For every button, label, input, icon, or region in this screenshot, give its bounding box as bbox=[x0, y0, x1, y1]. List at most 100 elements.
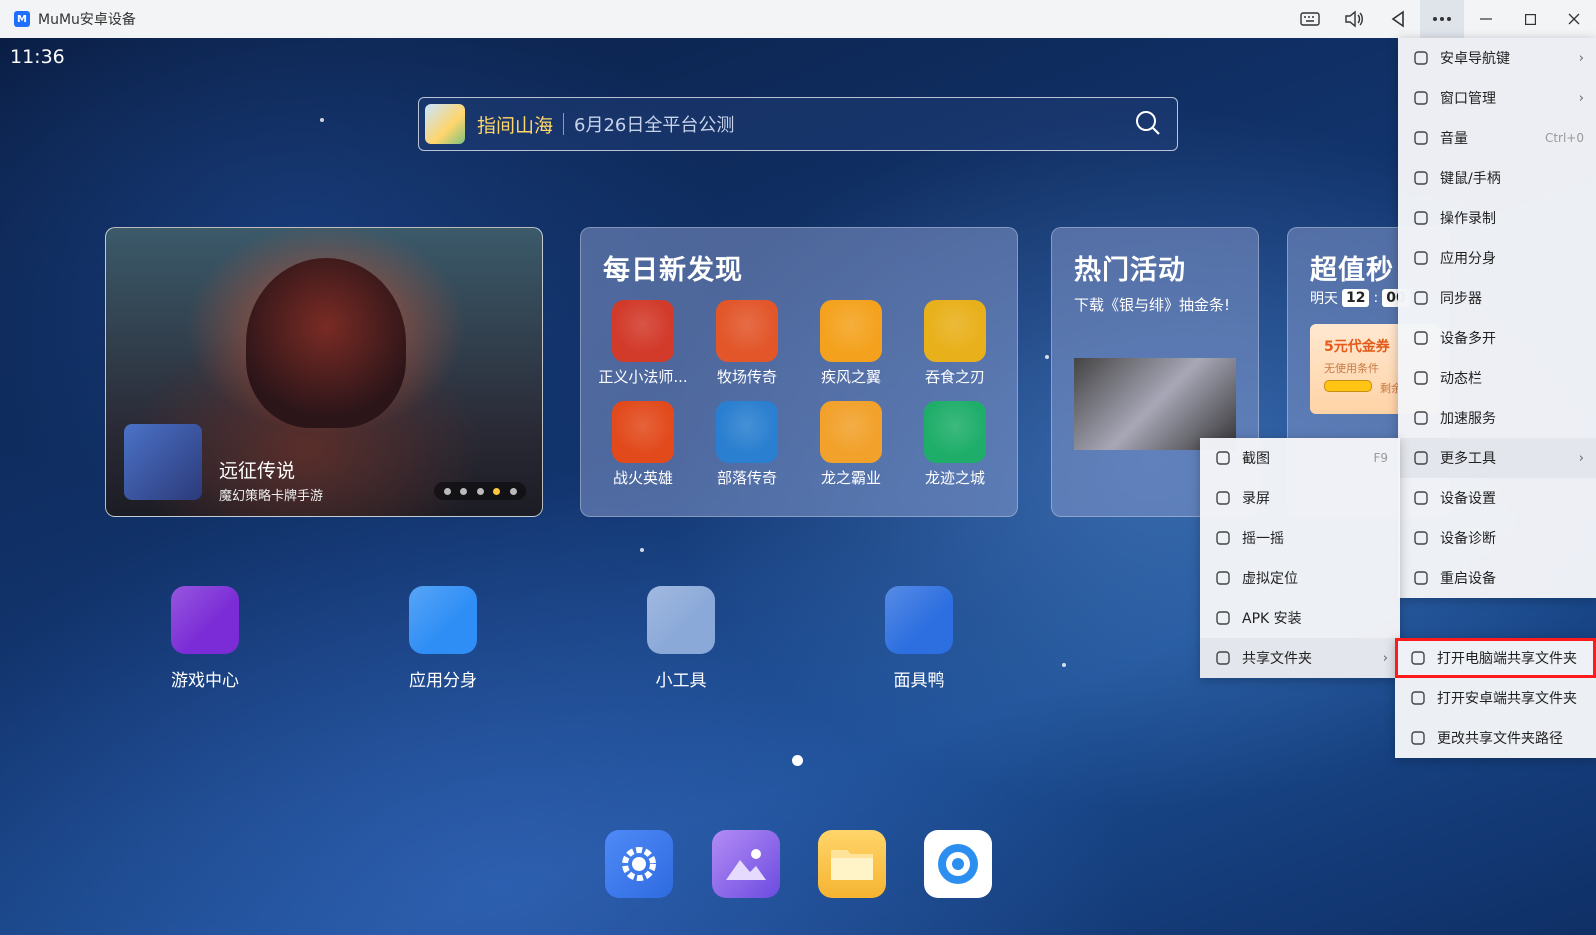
daily-app[interactable]: 部落传奇 bbox=[695, 401, 799, 488]
app-label: 疾风之翼 bbox=[820, 368, 881, 386]
carousel-dot[interactable] bbox=[476, 487, 484, 495]
menu-hotkey: Ctrl+0 bbox=[1544, 131, 1584, 145]
app-label: 正义小法师... bbox=[598, 368, 688, 386]
desktop-app[interactable]: 小工具 bbox=[621, 586, 741, 691]
menu-item-label: APK 安装 bbox=[1242, 611, 1302, 627]
keyboard-icon[interactable] bbox=[1288, 0, 1332, 38]
banner-card[interactable]: 远征传说 魔幻策略卡牌手游 bbox=[105, 227, 543, 517]
menu-item-label: 安卓导航键 bbox=[1440, 51, 1510, 67]
settings-icon[interactable] bbox=[605, 830, 673, 898]
record-icon bbox=[1412, 209, 1430, 227]
star-decoration bbox=[1062, 663, 1066, 667]
menu-item[interactable]: 键鼠/手柄 bbox=[1398, 158, 1596, 198]
star-decoration bbox=[1045, 355, 1049, 359]
menu-item[interactable]: 安卓导航键 › bbox=[1398, 38, 1596, 78]
sale-title: 超值秒 bbox=[1310, 255, 1394, 286]
screen-record-icon bbox=[1214, 489, 1232, 507]
menu-item-label: 加速服务 bbox=[1440, 411, 1496, 427]
carousel-dot[interactable] bbox=[443, 487, 451, 495]
daily-app[interactable]: 战火英雄 bbox=[591, 401, 695, 488]
desktop-app[interactable]: 面具鸭 bbox=[859, 586, 979, 691]
menu-item-label: 应用分身 bbox=[1440, 251, 1496, 267]
menu-item-label: 虚拟定位 bbox=[1242, 571, 1298, 587]
menu-item[interactable]: 音量 Ctrl+0 bbox=[1398, 118, 1596, 158]
menu-item[interactable]: 重启设备 bbox=[1398, 558, 1596, 598]
app-icon bbox=[924, 401, 986, 463]
carousel-dot[interactable] bbox=[509, 487, 517, 495]
daily-app[interactable]: 吞食之刃 bbox=[903, 300, 1007, 387]
volume-icon[interactable] bbox=[1332, 0, 1376, 38]
menu-item-label: 更多工具 bbox=[1440, 451, 1496, 467]
menu-item[interactable]: 动态栏 bbox=[1398, 358, 1596, 398]
game-thumbnail bbox=[425, 104, 465, 144]
daily-app[interactable]: 正义小法师... bbox=[591, 300, 695, 387]
menu-item-label: 摇一摇 bbox=[1242, 531, 1284, 547]
desktop-app[interactable]: 游戏中心 bbox=[145, 586, 265, 691]
menu-item[interactable]: 窗口管理 › bbox=[1398, 78, 1596, 118]
menu-item[interactable]: 设备诊断 bbox=[1398, 518, 1596, 558]
search-game-title: 指间山海 bbox=[477, 114, 554, 137]
menu-item[interactable]: 截图 F9 bbox=[1200, 438, 1400, 478]
menu-item[interactable]: 更改共享文件夹路径 bbox=[1395, 718, 1596, 758]
back-icon[interactable] bbox=[1376, 0, 1420, 38]
desktop-app-icon bbox=[647, 586, 715, 654]
app-icon bbox=[820, 300, 882, 362]
search-bar[interactable]: 指间山海 6月26日全平台公测 bbox=[418, 97, 1178, 151]
banner-artwork bbox=[246, 258, 406, 428]
menu-item[interactable]: 录屏 bbox=[1200, 478, 1400, 518]
menu-item-label: 设备多开 bbox=[1440, 331, 1496, 347]
daily-app[interactable]: 龙迹之城 bbox=[903, 401, 1007, 488]
browser-icon[interactable] bbox=[924, 830, 992, 898]
desktop-app-label: 面具鸭 bbox=[893, 671, 945, 691]
menu-item[interactable]: 更多工具 › bbox=[1398, 438, 1596, 478]
divider bbox=[563, 113, 565, 135]
sync-icon bbox=[1412, 289, 1430, 307]
folder-icon bbox=[1214, 649, 1232, 667]
coupon-subtitle: 无使用条件 bbox=[1324, 362, 1379, 375]
gallery-icon[interactable] bbox=[712, 830, 780, 898]
menu-item[interactable]: 打开安卓端共享文件夹 bbox=[1395, 678, 1596, 718]
close-icon[interactable] bbox=[1552, 0, 1596, 38]
app-icon bbox=[612, 300, 674, 362]
search-icon[interactable] bbox=[1135, 110, 1161, 136]
banner-game-icon bbox=[124, 424, 202, 500]
menu-item-label: 重启设备 bbox=[1440, 571, 1496, 587]
menu-item[interactable]: 设备多开 bbox=[1398, 318, 1596, 358]
menu-item[interactable]: 应用分身 bbox=[1398, 238, 1596, 278]
menu-item[interactable]: 操作录制 bbox=[1398, 198, 1596, 238]
desktop-app[interactable]: 应用分身 bbox=[383, 586, 503, 691]
more-icon[interactable] bbox=[1420, 0, 1464, 38]
daily-title: 每日新发现 bbox=[603, 255, 743, 286]
maximize-icon[interactable] bbox=[1508, 0, 1552, 38]
carousel-dot[interactable] bbox=[493, 487, 500, 495]
menu-item[interactable]: APK 安装 bbox=[1200, 598, 1400, 638]
chevron-right-icon: › bbox=[1382, 650, 1388, 666]
carousel-dots[interactable] bbox=[434, 482, 526, 500]
banner-title: 远征传说 bbox=[219, 460, 296, 482]
menu-item[interactable]: 同步器 bbox=[1398, 278, 1596, 318]
menu-item-label: 共享文件夹 bbox=[1242, 651, 1312, 667]
files-icon[interactable] bbox=[818, 830, 886, 898]
menu-item[interactable]: 虚拟定位 bbox=[1200, 558, 1400, 598]
menu-item-label: 截图 bbox=[1242, 451, 1270, 467]
keyboard-icon bbox=[1412, 169, 1430, 187]
app-icon bbox=[716, 300, 778, 362]
diagnose-icon bbox=[1412, 529, 1430, 547]
menu-item[interactable]: 设备设置 bbox=[1398, 478, 1596, 518]
app-label: 龙之霸业 bbox=[820, 469, 881, 487]
daily-app[interactable]: 疾风之翼 bbox=[799, 300, 903, 387]
menu-item[interactable]: 摇一摇 bbox=[1200, 518, 1400, 558]
settings-icon bbox=[1412, 489, 1430, 507]
menu-item[interactable]: 加速服务 bbox=[1398, 398, 1596, 438]
more-tools-icon bbox=[1412, 449, 1430, 467]
menu-item[interactable]: 打开电脑端共享文件夹 bbox=[1395, 638, 1596, 678]
location-icon bbox=[1214, 569, 1232, 587]
daily-app[interactable]: 龙之霸业 bbox=[799, 401, 903, 488]
chevron-right-icon: › bbox=[1578, 50, 1584, 66]
menu-item[interactable]: 共享文件夹 › bbox=[1200, 638, 1400, 678]
daily-app[interactable]: 牧场传奇 bbox=[695, 300, 799, 387]
carousel-dot[interactable] bbox=[460, 487, 467, 495]
volume-icon bbox=[1412, 129, 1430, 147]
hot-activity-image bbox=[1074, 358, 1236, 450]
minimize-icon[interactable] bbox=[1464, 0, 1508, 38]
